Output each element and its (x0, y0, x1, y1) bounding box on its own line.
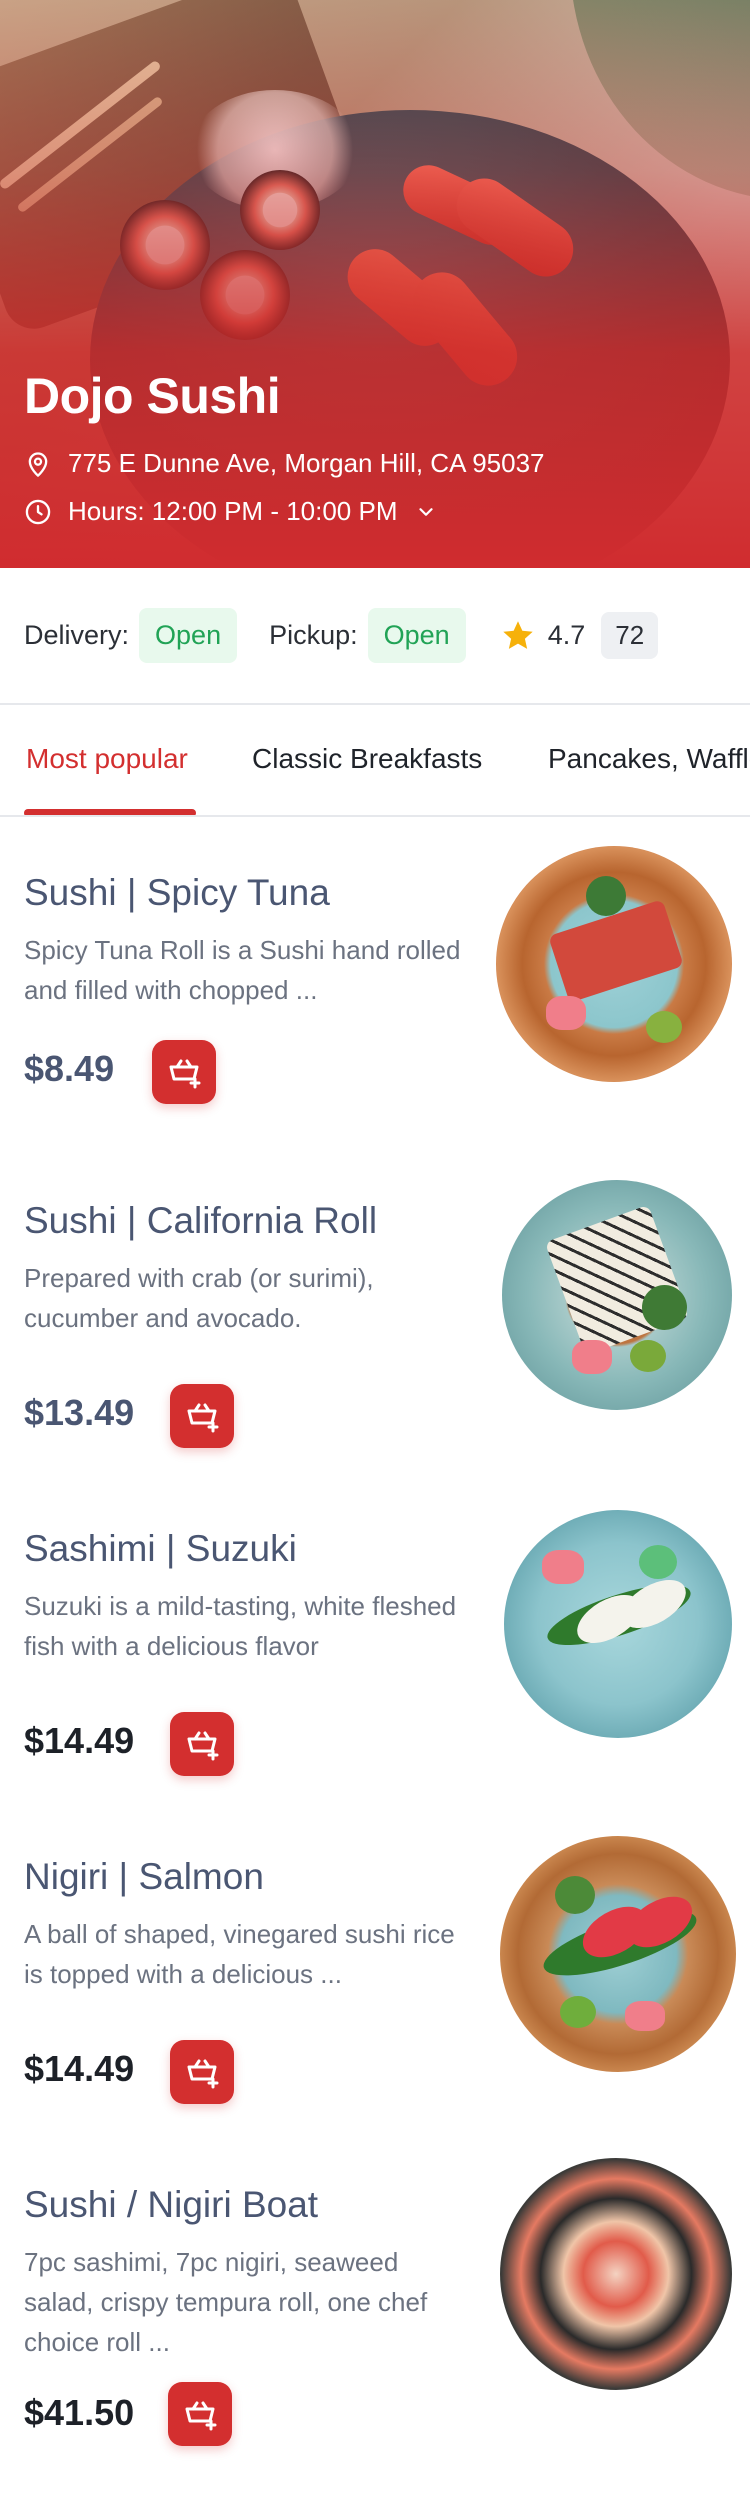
order-status-bar: Delivery: Open Pickup: Open 4.7 72 (0, 568, 750, 705)
add-to-basket-icon (187, 1731, 219, 1761)
item-description: A ball of shaped, vinegared sushi rice i… (24, 1919, 455, 1989)
add-to-basket-button[interactable] (170, 1384, 234, 1448)
item-name: Nigiri | Salmon (24, 1856, 264, 1897)
delivery-label: Delivery: (24, 620, 130, 650)
hero-overlay (0, 0, 750, 568)
delivery-status-badge: Open (139, 608, 238, 663)
add-to-basket-icon (187, 1403, 219, 1433)
item-price: $14.49 (24, 1720, 135, 1761)
location-pin-icon (28, 451, 48, 477)
dish-photo (500, 1836, 736, 2072)
hours-text: Hours: 12:00 PM - 10:00 PM (68, 496, 398, 526)
add-to-basket-icon (187, 2059, 219, 2089)
menu-item[interactable]: Nigiri | Salmon A ball of shaped, vinega… (0, 1836, 750, 2184)
tab-classic-breakfasts[interactable]: Classic Breakfasts (252, 743, 482, 775)
dish-photo (504, 1510, 732, 1738)
restaurant-name: Dojo Sushi (24, 368, 281, 424)
star-icon (503, 620, 533, 649)
rating-value: 4.7 (547, 620, 586, 650)
tab-pancakes-waffles[interactable]: Pancakes, Waffles (548, 743, 750, 775)
tab-most-popular[interactable]: Most popular (26, 743, 188, 775)
menu-item[interactable]: Sushi | Spicy Tuna Spicy Tuna Roll is a … (0, 846, 750, 1200)
item-description: Spicy Tuna Roll is a Sushi hand rolled a… (24, 935, 461, 1005)
dish-photo (496, 846, 732, 1082)
dish-photo (500, 2158, 732, 2390)
restaurant-address: 775 E Dunne Ave, Morgan Hill, CA 95037 (24, 448, 545, 479)
pickup-status-badge: Open (367, 608, 466, 663)
item-price: $14.49 (24, 2048, 135, 2089)
hours-toggle[interactable]: Hours: 12:00 PM - 10:00 PM (24, 496, 437, 527)
menu-item[interactable]: Sashimi | Suzuki Suzuki is a mild-tastin… (0, 1510, 750, 1856)
item-name: Sushi / Nigiri Boat (24, 2184, 319, 2225)
menu-item[interactable]: Sushi | California Roll Prepared with cr… (0, 1180, 750, 1528)
hero-banner: Dojo Sushi 775 E Dunne Ave, Morgan Hill,… (0, 0, 750, 568)
item-description: 7pc sashimi, 7pc nigiri, seaweed salad, … (24, 2247, 428, 2357)
active-tab-indicator (24, 809, 196, 815)
item-description: Prepared with crab (or surimi), cucumber… (24, 1263, 374, 1333)
add-to-basket-button[interactable] (170, 1712, 234, 1776)
item-price: $13.49 (24, 1392, 135, 1433)
dish-photo (502, 1180, 732, 1410)
item-description: Suzuki is a mild-tasting, white fleshed … (24, 1591, 457, 1661)
item-name: Sashimi | Suzuki (24, 1528, 297, 1569)
address-text: 775 E Dunne Ave, Morgan Hill, CA 95037 (68, 448, 545, 478)
add-to-basket-button[interactable] (168, 2382, 232, 2446)
item-price: $8.49 (24, 1048, 115, 1089)
item-name: Sushi | California Roll (24, 1200, 378, 1241)
add-to-basket-button[interactable] (152, 1040, 216, 1104)
menu-item[interactable]: Sushi / Nigiri Boat 7pc sashimi, 7pc nig… (0, 2158, 750, 2506)
pickup-label: Pickup: (269, 620, 358, 650)
item-name: Sushi | Spicy Tuna (24, 872, 330, 913)
category-tabs: Most popular Classic Breakfasts Pancakes… (0, 705, 750, 817)
add-to-basket-icon (169, 1059, 201, 1089)
clock-icon (25, 499, 51, 524)
item-price: $41.50 (24, 2392, 135, 2433)
add-to-basket-button[interactable] (170, 2040, 234, 2104)
review-count-badge[interactable]: 72 (601, 612, 659, 659)
add-to-basket-icon (185, 2401, 217, 2431)
chevron-down-icon[interactable] (415, 501, 437, 523)
